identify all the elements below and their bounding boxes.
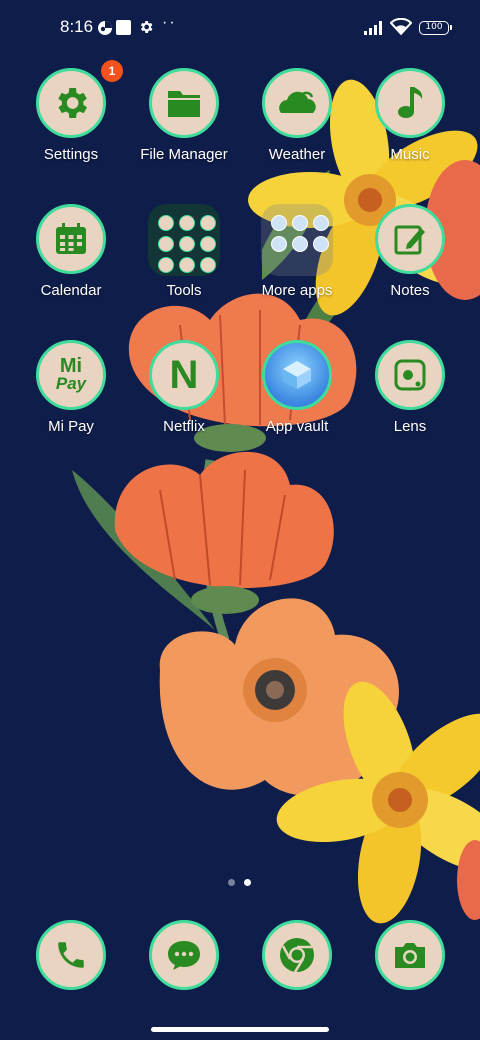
- app-app-vault[interactable]: App vault: [237, 340, 357, 460]
- app-label: Notes: [390, 282, 430, 299]
- pencil-icon[interactable]: [375, 204, 445, 274]
- phone-icon[interactable]: [36, 920, 106, 990]
- page-indicator-dot[interactable]: [228, 879, 235, 886]
- gesture-nav-handle[interactable]: [151, 1027, 329, 1032]
- dock-messages[interactable]: [124, 920, 244, 992]
- app-mi-pay[interactable]: Mi Pay Mi Pay: [11, 340, 131, 460]
- gear-icon: [138, 19, 154, 40]
- status-bar: 8:16 ·· 100: [0, 0, 480, 56]
- mini-app-icon: [271, 236, 287, 252]
- page-indicator-dot-active[interactable]: [244, 879, 251, 886]
- mini-app-icon: [179, 236, 195, 252]
- app-label: More apps: [261, 282, 333, 299]
- calendar-icon[interactable]: [36, 204, 106, 274]
- signal-icon: [364, 20, 386, 40]
- app-label: Music: [390, 146, 430, 163]
- square-notification-icon: [116, 20, 131, 40]
- message-icon[interactable]: [149, 920, 219, 990]
- mini-app-icon: [179, 257, 195, 273]
- app-lens[interactable]: Lens: [350, 340, 470, 460]
- mini-app-icon: [313, 215, 329, 231]
- dock-camera[interactable]: [350, 920, 470, 992]
- netflix-icon[interactable]: N: [149, 340, 219, 410]
- mini-app-icon: [271, 215, 287, 231]
- app-label: Settings: [43, 146, 99, 163]
- mini-app-icon: [158, 236, 174, 252]
- app-vault-icon[interactable]: [262, 340, 332, 410]
- mi-pay-icon[interactable]: Mi Pay: [36, 340, 106, 410]
- lens-icon[interactable]: [375, 340, 445, 410]
- mini-app-icon: [292, 215, 308, 231]
- dock-phone[interactable]: [11, 920, 131, 992]
- mini-app-icon: [313, 236, 329, 252]
- mini-app-icon: [179, 215, 195, 231]
- chrome-icon[interactable]: [262, 920, 332, 990]
- folder-icon[interactable]: [149, 68, 219, 138]
- folder-grid-icon[interactable]: [261, 204, 333, 276]
- app-label: Tools: [166, 282, 202, 299]
- music-note-icon[interactable]: [375, 68, 445, 138]
- app-weather[interactable]: Weather: [237, 68, 357, 188]
- mini-app-icon: [158, 257, 174, 273]
- mini-app-icon: [200, 236, 216, 252]
- app-netflix[interactable]: N Netflix: [124, 340, 244, 460]
- app-settings[interactable]: 1 Settings: [11, 60, 131, 188]
- app-label: File Manager: [140, 146, 228, 163]
- cloud-icon[interactable]: [262, 68, 332, 138]
- app-file-manager[interactable]: File Manager: [124, 68, 244, 188]
- app-label: Netflix: [163, 418, 205, 435]
- mini-app-icon: [200, 257, 216, 273]
- gear-icon[interactable]: [36, 68, 106, 138]
- app-notification-icon: [97, 20, 113, 41]
- mi-pay-pay-text: Pay: [55, 374, 87, 393]
- app-calendar[interactable]: Calendar: [11, 204, 131, 324]
- folder-more-apps[interactable]: More apps: [237, 204, 357, 324]
- app-label: Weather: [268, 146, 326, 163]
- overflow-dots: ··: [162, 14, 177, 31]
- folder-grid-icon[interactable]: [148, 204, 220, 276]
- app-label: Mi Pay: [48, 418, 94, 435]
- mi-pay-mi-text: Mi: [59, 355, 83, 377]
- mini-app-icon: [292, 236, 308, 252]
- app-notes[interactable]: Notes: [350, 204, 470, 324]
- camera-icon[interactable]: [375, 920, 445, 990]
- mini-app-icon: [158, 215, 174, 231]
- mini-app-icon: [200, 215, 216, 231]
- app-music[interactable]: Music: [350, 68, 470, 188]
- app-label: Calendar: [40, 282, 102, 299]
- clock: 8:16: [60, 17, 94, 36]
- netflix-n-text: N: [169, 352, 199, 397]
- battery-indicator: 100: [419, 21, 452, 35]
- app-label: App vault: [265, 418, 329, 435]
- app-label: Lens: [393, 418, 427, 435]
- wifi-icon: [389, 17, 413, 40]
- notification-badge: 1: [101, 60, 123, 82]
- dock-chrome[interactable]: [237, 920, 357, 992]
- folder-tools[interactable]: Tools: [124, 204, 244, 324]
